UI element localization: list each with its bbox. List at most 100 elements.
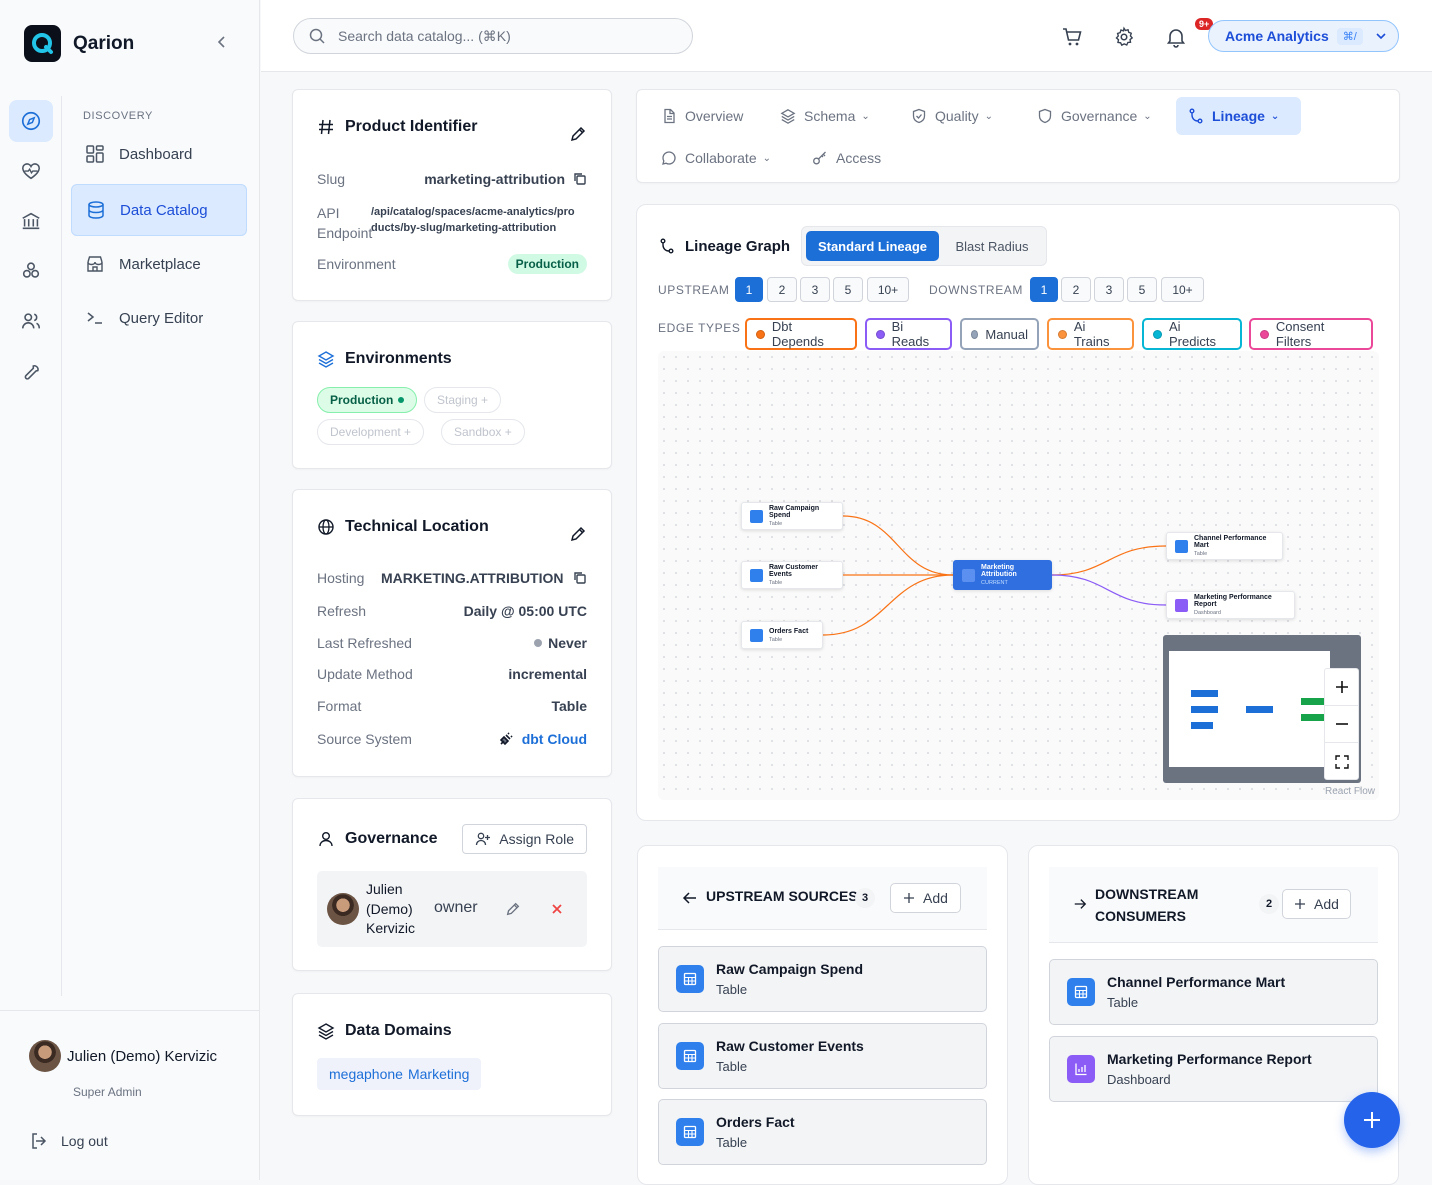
upstream-level-1[interactable]: 1 [735, 277, 763, 302]
rail-integrations-button[interactable] [9, 250, 53, 292]
member-name: Julien (Demo) Kervizic [366, 881, 416, 936]
update-method-value: incremental [508, 666, 587, 682]
rail-tools-button[interactable] [9, 350, 53, 392]
tab-overview[interactable]: Overview [649, 97, 755, 135]
settings-button[interactable] [1113, 26, 1135, 48]
qarion-logo[interactable] [24, 25, 61, 62]
rail-discovery-button[interactable] [9, 100, 53, 142]
edit-member-button[interactable] [505, 901, 521, 917]
sidebar-item-query-editor[interactable]: Query Editor [71, 292, 247, 344]
source-system-link[interactable]: dbt Cloud [522, 731, 587, 747]
downstream-level-3[interactable]: 3 [1094, 277, 1124, 302]
add-upstream-button[interactable]: Add [890, 883, 961, 913]
pencil-icon [570, 526, 586, 542]
copy-icon[interactable] [573, 172, 587, 186]
downstream-level-2[interactable]: 2 [1061, 277, 1091, 302]
store-icon [85, 254, 105, 274]
tab-quality[interactable]: Quality ⌄ [899, 97, 1005, 135]
update-method-label: Update Method [317, 666, 413, 682]
env-sandbox-chip[interactable]: Sandbox + [441, 419, 525, 445]
edit-technical-button[interactable] [569, 525, 587, 543]
item-sub: Table [716, 1135, 748, 1150]
minus-icon [1335, 723, 1348, 725]
git-branch-icon [659, 238, 675, 254]
avatar[interactable] [29, 1040, 61, 1072]
table-icon [962, 568, 975, 582]
create-fab-button[interactable] [1344, 1092, 1400, 1148]
assign-role-button[interactable]: Assign Role [462, 824, 587, 854]
node-sub: Table [769, 580, 783, 586]
tab-schema[interactable]: Schema ⌄ [768, 97, 882, 135]
card-title: Technical Location [345, 518, 489, 535]
compass-icon [21, 111, 41, 131]
lineage-node-report[interactable]: Marketing Performance Report Dashboard [1166, 591, 1295, 619]
zoom-in-button[interactable] [1325, 669, 1358, 706]
tab-access[interactable]: Access [800, 139, 893, 177]
sidebar-item-marketplace[interactable]: Marketplace [71, 238, 247, 290]
edit-product-button[interactable] [569, 125, 587, 143]
remove-member-button[interactable] [550, 902, 564, 916]
standard-lineage-button[interactable]: Standard Lineage [806, 231, 939, 261]
env-staging-chip[interactable]: Staging + [424, 387, 502, 413]
lineage-node-orders[interactable]: Orders Fact Table [741, 621, 823, 649]
downstream-level-1[interactable]: 1 [1030, 277, 1058, 302]
cart-button[interactable] [1061, 26, 1083, 48]
edge-type-dbt-depends[interactable]: Dbt Depends [745, 318, 857, 350]
edge-type-bi-reads[interactable]: Bi Reads [865, 318, 952, 350]
domain-label: Marketing [407, 1066, 470, 1082]
edge-type-ai-predicts[interactable]: Ai Predicts [1142, 318, 1242, 350]
tab-lineage[interactable]: Lineage ⌄ [1176, 97, 1301, 135]
fit-view-button[interactable] [1325, 743, 1358, 780]
app-name: Qarion [73, 33, 135, 54]
card-title: Governance [345, 830, 438, 847]
arrow-right-icon [1073, 897, 1087, 911]
downstream-level-5[interactable]: 5 [1127, 277, 1157, 302]
list-item[interactable]: Channel Performance Mart Table [1049, 959, 1378, 1025]
node-title: Channel Performance Mart [1194, 535, 1267, 549]
upstream-level-10[interactable]: 10+ [867, 277, 909, 302]
search-input[interactable]: Search data catalog... (⌘K) [293, 18, 693, 54]
react-flow-attribution[interactable]: React Flow [1325, 786, 1375, 797]
collapse-sidebar-button[interactable] [214, 34, 230, 50]
notifications-button[interactable] [1165, 26, 1187, 48]
copy-icon[interactable] [573, 571, 587, 585]
list-item[interactable]: Raw Campaign Spend Table [658, 946, 987, 1012]
tab-collaborate[interactable]: Collaborate ⌄ [649, 139, 783, 177]
lineage-node-current[interactable]: Marketing Attribution CURRENT [953, 560, 1052, 590]
upstream-level-5[interactable]: 5 [833, 277, 863, 302]
message-circle-icon [661, 150, 677, 166]
lineage-canvas[interactable]: Raw Campaign Spend Table Raw Customer Eve… [658, 351, 1379, 800]
blast-radius-button[interactable]: Blast Radius [942, 231, 1042, 261]
logout-button[interactable]: Log out [29, 1131, 108, 1151]
upstream-level-3[interactable]: 3 [800, 277, 830, 302]
env-development-chip[interactable]: Development + [317, 419, 425, 445]
item-sub: Dashboard [1107, 1072, 1171, 1087]
list-item[interactable]: Raw Customer Events Table [658, 1023, 987, 1089]
rail-governance-button[interactable] [9, 200, 53, 242]
env-production-chip[interactable]: Production [317, 387, 418, 413]
list-item[interactable]: Marketing Performance Report Dashboard [1049, 1036, 1378, 1102]
sidebar-item-dashboard[interactable]: Dashboard [71, 128, 247, 180]
edge-type-ai-trains[interactable]: Ai Trains [1047, 318, 1134, 350]
hosting-label: Hosting [317, 570, 365, 586]
plus-icon [1295, 899, 1305, 909]
edge-type-consent-filters[interactable]: Consent Filters [1249, 318, 1373, 350]
sidebar-item-data-catalog[interactable]: Data Catalog [71, 184, 247, 236]
list-item[interactable]: Orders Fact Table [658, 1099, 987, 1165]
org-switcher[interactable]: Acme Analytics ⌘/ [1208, 20, 1399, 52]
chevron-down-icon: ⌄ [861, 110, 870, 122]
edge-type-manual[interactable]: Manual [960, 318, 1039, 350]
upstream-level-2[interactable]: 2 [767, 277, 797, 302]
rail-health-button[interactable] [9, 150, 53, 192]
rail-users-button[interactable] [9, 300, 53, 342]
upstream-sources-card: UPSTREAM SOURCES 3 Add Raw Campaign Spen… [637, 845, 1008, 1185]
lineage-node-raw-customer[interactable]: Raw Customer Events Table [741, 561, 843, 589]
zoom-out-button[interactable] [1325, 706, 1358, 743]
lineage-node-channel[interactable]: Channel Performance Mart Table [1166, 532, 1283, 560]
lineage-node-raw-campaign[interactable]: Raw Campaign Spend Table [741, 502, 843, 530]
environments-card: Environments Production Staging + Develo… [292, 321, 612, 469]
domain-chip[interactable]: megaphone Marketing [317, 1058, 482, 1090]
tab-governance[interactable]: Governance ⌄ [1025, 97, 1164, 135]
add-downstream-button[interactable]: Add [1282, 889, 1351, 919]
downstream-level-10[interactable]: 10+ [1161, 277, 1204, 302]
